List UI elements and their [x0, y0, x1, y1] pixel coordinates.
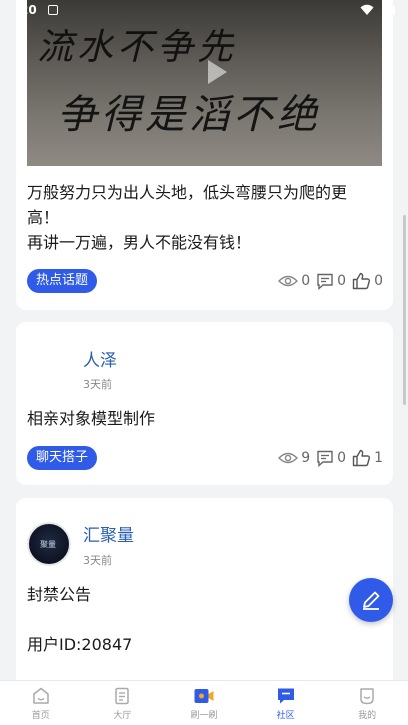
topic-tag[interactable]: 热点话题	[27, 269, 98, 293]
like-count: 0	[374, 273, 383, 289]
like-icon[interactable]	[352, 449, 371, 467]
post-text: 相亲对象模型制作	[27, 409, 156, 428]
calligraphy-line: 争得是滔不绝	[57, 92, 321, 138]
tab-label: 大厅	[113, 711, 132, 721]
wifi-icon	[360, 4, 374, 15]
tab-label: 刷一刷	[190, 711, 218, 721]
status-time: 20	[20, 3, 37, 17]
status-bar: 20	[0, 0, 408, 24]
post-stats: 0 0 0	[278, 272, 383, 290]
comment-count: 0	[337, 450, 347, 466]
avatar-logo: 聚量	[40, 540, 56, 549]
compose-button[interactable]	[349, 578, 393, 622]
post-card[interactable]: 人泽 3天前 相亲对象模型制作 聊天搭子 9 0 1	[16, 322, 393, 485]
home-icon	[33, 687, 49, 704]
post-text: 封禁公告 用户ID:20847	[27, 585, 133, 654]
view-count: 0	[301, 273, 311, 289]
scrollbar[interactable]	[403, 215, 406, 405]
post-time: 3天前	[83, 554, 112, 567]
comment-icon[interactable]	[316, 273, 334, 290]
like-icon[interactable]	[352, 272, 371, 290]
profile-icon	[360, 688, 374, 705]
feed[interactable]: 流水不争先 争得是滔不绝 万般努力只为出人头地，低头弯腰只为爬的更 高！ 再讲一…	[0, 0, 408, 680]
post-video-thumbnail[interactable]: 流水不争先 争得是滔不绝	[27, 0, 382, 166]
pencil-icon	[363, 591, 380, 610]
avatar[interactable]: 聚量	[27, 522, 71, 566]
video-icon	[194, 689, 214, 703]
tab-home[interactable]: 首页	[0, 681, 82, 725]
hall-icon	[115, 687, 130, 705]
tab-label: 社区	[276, 711, 295, 721]
user-name[interactable]: 汇聚量	[83, 521, 134, 546]
post-time: 3天前	[83, 378, 112, 391]
tab-label: 我的	[358, 711, 377, 721]
play-icon[interactable]	[195, 52, 235, 92]
tab-video[interactable]: 刷一刷	[163, 681, 245, 725]
tab-label: 首页	[31, 711, 50, 721]
post-text: 万般努力只为出人头地，低头弯腰只为爬的更 高！ 再讲一万遍，男人不能没有钱！	[27, 183, 348, 252]
battery-icon	[383, 5, 395, 15]
tab-community[interactable]: 社区	[245, 681, 327, 725]
view-count: 9	[301, 450, 311, 466]
comment-icon[interactable]	[316, 450, 334, 467]
eye-icon	[278, 452, 299, 464]
comment-count: 0	[337, 273, 347, 289]
user-name[interactable]: 人泽	[83, 346, 117, 371]
tab-profile[interactable]: 我的	[326, 681, 408, 725]
post-stats: 9 0 1	[278, 449, 383, 467]
post-card[interactable]: 流水不争先 争得是滔不绝 万般努力只为出人头地，低头弯腰只为爬的更 高！ 再讲一…	[16, 0, 393, 310]
topic-tag[interactable]: 聊天搭子	[27, 446, 98, 470]
bottom-tab-bar: 首页 大厅 刷一刷 社区 我的	[0, 680, 408, 725]
community-icon	[277, 688, 294, 704]
like-count: 1	[374, 450, 383, 466]
notification-icon	[48, 5, 58, 15]
tab-hall[interactable]: 大厅	[82, 681, 164, 725]
post-card[interactable]: 聚量 汇聚量 3天前 封禁公告 用户ID:20847	[16, 498, 393, 680]
eye-icon	[278, 275, 299, 287]
